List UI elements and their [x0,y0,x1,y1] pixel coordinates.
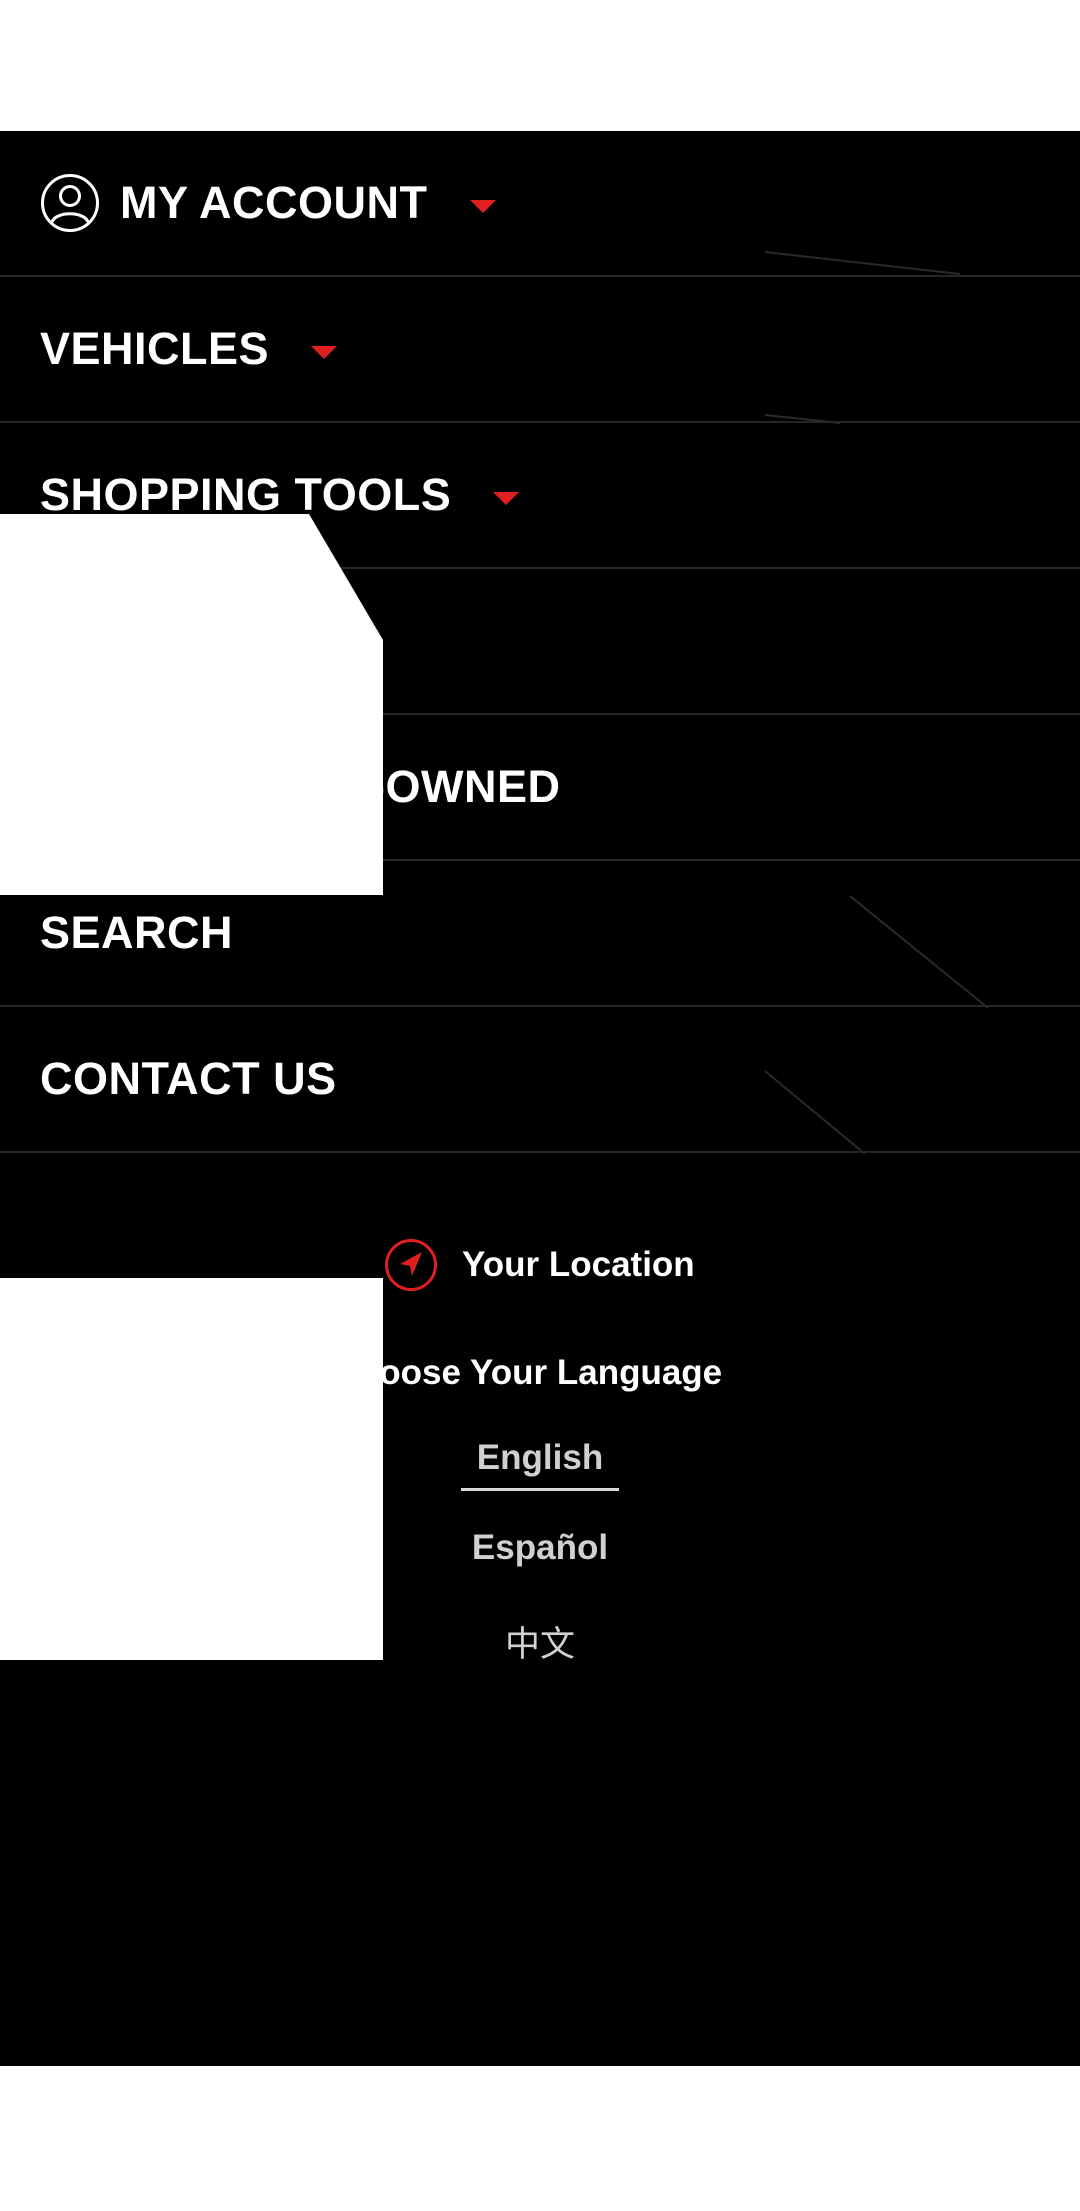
nav-label-my-account: MY ACCOUNT [120,177,428,228]
caret-down-icon [311,345,338,359]
user-circle-icon [41,174,99,232]
nav-label-contact-us: CONTACT US [40,1053,337,1104]
top-blank-area [0,0,1080,131]
overlay-block-lower [0,1278,383,1660]
location-button[interactable]: Your Location [384,1238,695,1292]
language-option-label: Español [471,1528,609,1567]
nav-label-pre-owned: -OWNED [370,761,561,812]
overlay-block-upper [0,514,383,895]
nav-label-vehicles: VEHICLES [40,323,270,374]
navigation-menu: MY ACCOUNT VEHICLES SHOPPING TOOLS -OWNE… [0,131,1080,2066]
location-label: Your Location [462,1245,695,1284]
nav-item-contact-us[interactable]: CONTACT US [0,1007,1080,1153]
language-option-label: 中文 [504,1625,575,1665]
nav-item-vehicles[interactable]: VEHICLES [0,277,1080,423]
nav-item-my-account[interactable]: MY ACCOUNT [0,131,1080,277]
location-arrow-icon [385,1239,437,1291]
nav-label-shopping-tools: SHOPPING TOOLS [40,469,452,520]
caret-down-icon [493,491,520,505]
caret-down-icon [469,199,496,213]
language-option-label: English [460,1438,620,1491]
nav-label-search: SEARCH [40,907,234,958]
